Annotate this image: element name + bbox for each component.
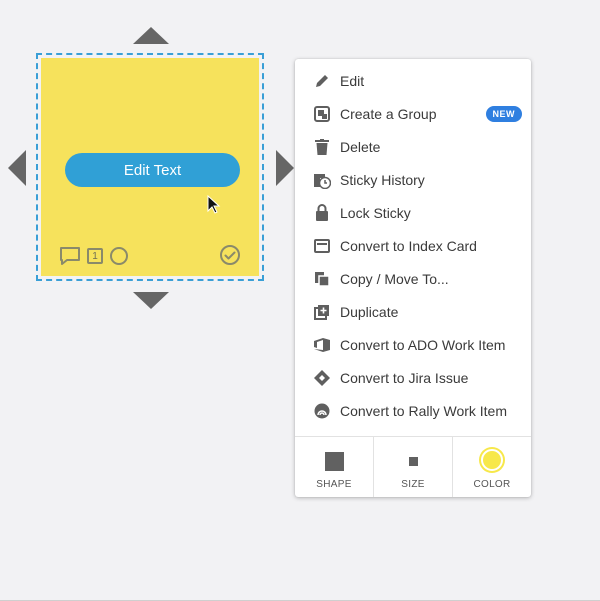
menu-items: Edit Create a Group NEW Delete Sticky Hi… [295, 59, 531, 427]
menu-item-delete[interactable]: Delete [295, 130, 531, 163]
menu-item-label: Convert to Rally Work Item [340, 402, 508, 419]
count-badge[interactable]: 1 [87, 248, 103, 264]
menu-item-label: Convert to ADO Work Item [340, 336, 506, 353]
menu-item-convert-ado[interactable]: Convert to ADO Work Item [295, 328, 531, 361]
menu-item-lock-sticky[interactable]: Lock Sticky [295, 196, 531, 229]
menu-item-convert-jira[interactable]: Convert to Jira Issue [295, 361, 531, 394]
index-card-icon [313, 237, 331, 255]
menu-item-create-group[interactable]: Create a Group NEW [295, 97, 531, 130]
small-square-size-icon [408, 457, 418, 466]
circle-icon[interactable] [109, 246, 129, 266]
menu-item-label: Duplicate [340, 303, 399, 320]
menu-item-copy-move[interactable]: Copy / Move To... [295, 262, 531, 295]
edit-text-label: Edit Text [123, 161, 182, 179]
menu-item-edit[interactable]: Edit [295, 64, 531, 97]
shape-button[interactable]: SHAPE [295, 437, 374, 497]
sticky-selection-frame: Edit Text 1 [36, 53, 264, 281]
copy-move-icon [313, 270, 331, 288]
group-icon [313, 105, 331, 123]
ado-icon [313, 336, 331, 354]
menu-item-label: Create a Group [340, 105, 437, 122]
color-swatch-icon [481, 449, 503, 471]
menu-item-label: Convert to Index Card [340, 237, 477, 254]
move-up-arrow-icon[interactable] [133, 27, 169, 44]
mouse-cursor-icon [207, 194, 221, 220]
pencil-icon [313, 72, 331, 90]
move-left-arrow-icon[interactable] [8, 150, 26, 186]
move-right-arrow-icon[interactable] [276, 150, 294, 186]
edit-text-button[interactable]: Edit Text [65, 153, 240, 187]
size-button[interactable]: SIZE [374, 437, 453, 497]
history-icon [313, 171, 331, 189]
sticky-footer: 1 [59, 246, 129, 266]
shape-label: SHAPE [316, 479, 352, 490]
size-label: SIZE [401, 479, 425, 490]
rally-icon [313, 402, 331, 420]
new-badge: NEW [485, 106, 522, 122]
menu-item-label: Copy / Move To... [340, 270, 449, 287]
menu-item-label: Edit [340, 72, 365, 89]
menu-item-sticky-history[interactable]: Sticky History [295, 163, 531, 196]
menu-item-label: Convert to Jira Issue [340, 369, 469, 386]
color-button[interactable]: COLOR [453, 437, 531, 497]
menu-item-convert-index-card[interactable]: Convert to Index Card [295, 229, 531, 262]
context-menu: Edit Create a Group NEW Delete Sticky Hi… [295, 59, 531, 497]
lock-icon [313, 204, 331, 222]
menu-footer: SHAPE SIZE COLOR [295, 436, 531, 497]
menu-item-label: Lock Sticky [340, 204, 411, 221]
sticky-note[interactable]: Edit Text 1 [41, 58, 259, 276]
jira-icon [313, 369, 331, 387]
trash-icon [313, 138, 331, 156]
color-label: COLOR [473, 479, 511, 490]
square-shape-icon [324, 452, 344, 471]
menu-item-convert-rally[interactable]: Convert to Rally Work Item [295, 394, 531, 427]
menu-item-duplicate[interactable]: Duplicate [295, 295, 531, 328]
check-circle-icon[interactable] [219, 244, 241, 266]
menu-item-label: Delete [340, 138, 381, 155]
menu-item-label: Sticky History [340, 171, 425, 188]
duplicate-icon [313, 303, 331, 321]
move-down-arrow-icon[interactable] [133, 292, 169, 309]
comment-icon[interactable] [59, 246, 81, 266]
